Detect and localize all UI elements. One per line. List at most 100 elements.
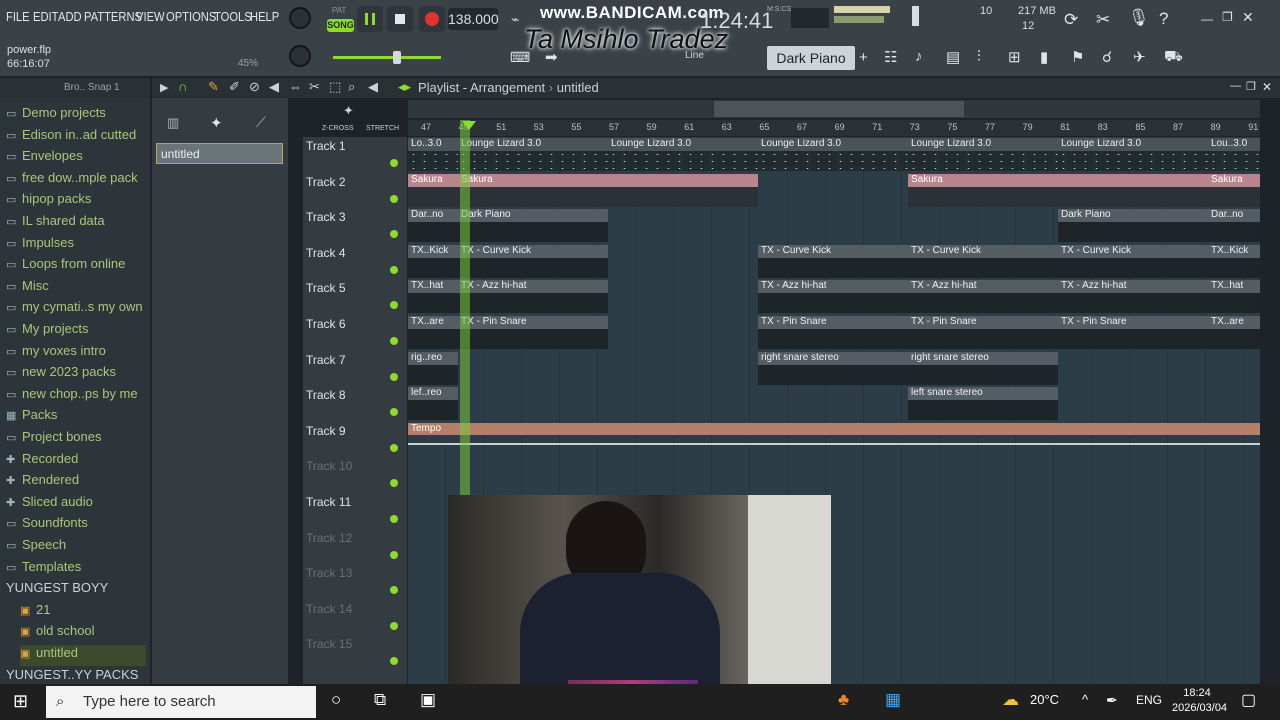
- browser-item[interactable]: ▭ Templates: [6, 559, 146, 580]
- track-name[interactable]: Track 14: [306, 602, 352, 616]
- menu-tools[interactable]: TOOLS: [214, 9, 252, 29]
- magnet-icon[interactable]: ∩: [178, 79, 187, 94]
- fl-studio-taskbar-icon[interactable]: ♣: [838, 690, 849, 710]
- playlist-clip[interactable]: Dar..no: [1208, 209, 1260, 243]
- playlist-clip[interactable]: TX..are: [408, 316, 458, 349]
- channel-rack-icon[interactable]: ▤: [946, 48, 960, 66]
- track-enable-led[interactable]: [390, 159, 398, 167]
- track-name[interactable]: Track 4: [306, 246, 346, 260]
- playlist-arrow-icon[interactable]: ◂▸: [398, 79, 411, 95]
- track-enable-led[interactable]: [390, 194, 398, 203]
- metronome-icon[interactable]: ⌁: [511, 11, 519, 28]
- track-enable-led[interactable]: [390, 265, 398, 274]
- brush-icon[interactable]: ✐: [229, 79, 240, 95]
- zcross-label[interactable]: Z-CROSS: [322, 125, 354, 132]
- browser-item[interactable]: ▭ My projects: [6, 321, 146, 342]
- horizontal-scrollbar-thumb[interactable]: [714, 101, 964, 117]
- automation-view-icon[interactable]: ⟋: [256, 114, 266, 131]
- browser-item[interactable]: ▭ hipop packs: [6, 191, 146, 212]
- stretch-label[interactable]: STRETCH: [366, 125, 399, 132]
- browser-item[interactable]: ▭ my voxes intro: [6, 343, 146, 364]
- zoom-icon[interactable]: ⌕: [348, 79, 355, 95]
- playlist-clip[interactable]: TX - Azz hi-hat: [758, 280, 908, 314]
- pen-icon[interactable]: ✒: [1106, 692, 1118, 709]
- browser-item[interactable]: ▭ Project bones: [6, 429, 146, 450]
- track-enable-led[interactable]: [390, 550, 398, 559]
- playlist-clip[interactable]: TX - Curve Kick: [1058, 244, 1208, 278]
- audio-view-icon[interactable]: ✦: [210, 114, 223, 132]
- help-icon[interactable]: ?: [1159, 9, 1168, 29]
- track-name[interactable]: Track 1: [306, 139, 346, 153]
- browser-item[interactable]: ▭ Impulses: [6, 235, 146, 256]
- browser-item[interactable]: ▭ Edison in..ad cutted: [6, 127, 146, 148]
- playlist-clip[interactable]: lef..reo: [408, 387, 458, 421]
- master-volume-knob[interactable]: [289, 7, 311, 29]
- track-enable-led[interactable]: [390, 443, 398, 452]
- track-name[interactable]: Track 5: [306, 281, 346, 295]
- taskbar-search-box[interactable]: ⌕ Type here to search: [46, 686, 316, 718]
- track-name[interactable]: Track 11: [306, 495, 351, 509]
- keyboard-icon[interactable]: ⌨: [510, 49, 530, 66]
- playlist-minimize-icon[interactable]: —: [1230, 80, 1241, 92]
- temperature[interactable]: 20°C: [1030, 692, 1059, 707]
- stop-button[interactable]: [387, 6, 413, 32]
- track-name[interactable]: Track 3: [306, 210, 346, 224]
- playlist-clip[interactable]: TX - Azz hi-hat: [458, 280, 608, 314]
- pencil-icon[interactable]: ✎: [208, 79, 219, 95]
- notification-icon[interactable]: ▢: [1241, 690, 1256, 710]
- playlist-clip[interactable]: Sakura: [458, 173, 758, 207]
- track-enable-led[interactable]: [390, 372, 398, 381]
- menu-edit[interactable]: EDIT: [33, 9, 58, 29]
- track-name[interactable]: Track 2: [306, 175, 346, 189]
- file-icon[interactable]: ▮: [1040, 48, 1048, 66]
- playlist-clip[interactable]: TX - Curve Kick: [458, 244, 608, 278]
- master-volume-slider[interactable]: [333, 56, 441, 59]
- close-icon[interactable]: ✕: [1242, 9, 1254, 26]
- record-button[interactable]: [419, 6, 445, 32]
- taskbar-clock[interactable]: 18:24 2026/03/04: [1172, 686, 1227, 716]
- pause-button[interactable]: [357, 6, 383, 32]
- playback-icon[interactable]: ◀: [368, 79, 378, 95]
- chevron-up-icon[interactable]: ^: [1082, 692, 1088, 707]
- playlist-clip[interactable]: Dark Piano: [458, 209, 608, 243]
- browser-item[interactable]: ▭ new chop..ps by me: [6, 386, 146, 407]
- tempo-automation-line[interactable]: [408, 443, 1260, 445]
- slice-icon[interactable]: ✂: [309, 79, 320, 95]
- cortana-icon[interactable]: ○: [331, 690, 341, 710]
- cart-icon[interactable]: ⛟: [1164, 48, 1183, 67]
- playlist-restore-icon[interactable]: ❐: [1246, 80, 1256, 93]
- playlist-clip[interactable]: TX..hat: [1208, 280, 1260, 314]
- browser-item[interactable]: ▦ Packs: [6, 407, 146, 428]
- playlist-clip[interactable]: Lounge Lizard 3.0: [608, 138, 758, 171]
- restore-icon[interactable]: ❐: [1222, 10, 1233, 24]
- plugin-picker-icon[interactable]: ☌: [1102, 48, 1112, 66]
- playlist-clip[interactable]: Lounge Lizard 3.0: [908, 138, 1058, 171]
- playlist-icon[interactable]: ☷: [884, 48, 897, 66]
- playlist-clip[interactable]: Lo..3.0: [408, 138, 458, 171]
- microphone-icon[interactable]: 🎙: [1128, 8, 1150, 28]
- menu-help[interactable]: HELP: [250, 9, 279, 29]
- browser-item[interactable]: ▭ Soundfonts: [6, 515, 146, 536]
- browser-item[interactable]: ▭ IL shared data: [6, 213, 146, 234]
- browser-item[interactable]: ▭ Loops from online: [6, 256, 146, 277]
- refresh-icon[interactable]: ⟳: [1064, 10, 1078, 30]
- mixer-icon[interactable]: ⫶: [977, 48, 981, 65]
- preset-selector[interactable]: Dark Piano: [767, 46, 855, 70]
- playlist-close-icon[interactable]: ✕: [1262, 80, 1272, 94]
- piano-view-icon[interactable]: ▥: [167, 115, 179, 131]
- playlist-clip[interactable]: Dar..no: [408, 209, 458, 243]
- slip-icon[interactable]: ⇔: [289, 79, 302, 94]
- delete-icon[interactable]: ⊘: [249, 79, 260, 95]
- playlist-clip[interactable]: Sakura: [908, 173, 1208, 207]
- playlist-clip[interactable]: TX - Curve Kick: [758, 244, 908, 278]
- browser-item[interactable]: ▭ new 2023 packs: [6, 364, 146, 385]
- select-icon[interactable]: ⬚: [329, 79, 341, 95]
- tempo-display[interactable]: 138.000: [448, 8, 499, 30]
- menu-options[interactable]: OPTIONS: [166, 9, 216, 29]
- track-name[interactable]: Track 10: [306, 459, 352, 473]
- browser-item[interactable]: ▭ Demo projects: [6, 105, 146, 126]
- browser-item[interactable]: ▭ Envelopes: [6, 148, 146, 169]
- playlist-clip[interactable]: TX - Pin Snare: [758, 316, 908, 349]
- playlist-clip[interactable]: Sakura: [408, 173, 458, 207]
- track-name[interactable]: Track 12: [306, 531, 352, 545]
